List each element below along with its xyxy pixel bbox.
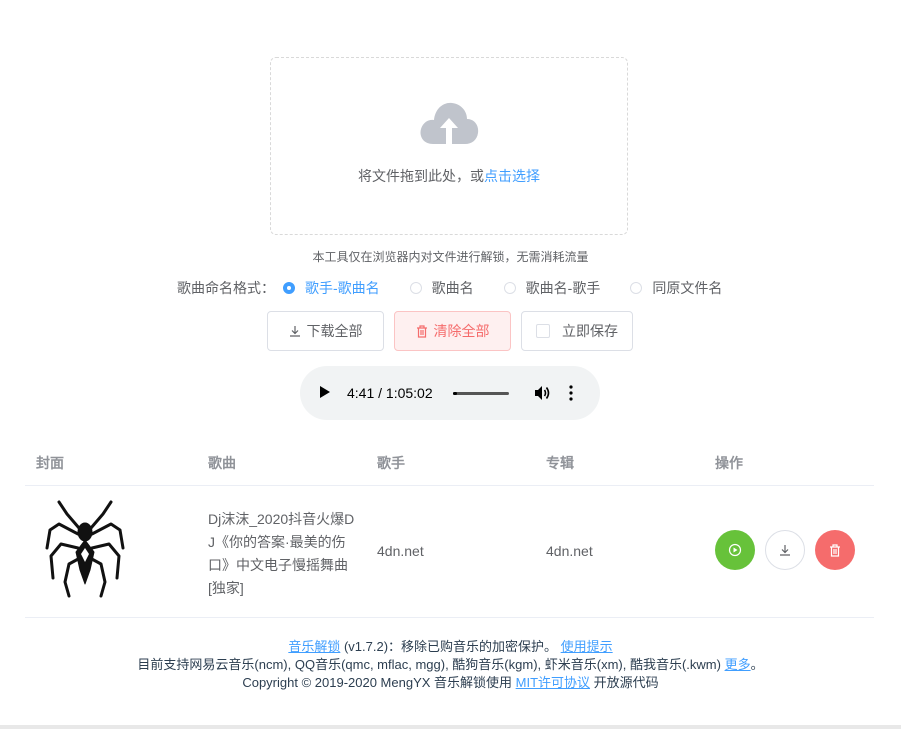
delete-song-button[interactable] [815, 530, 855, 570]
download-all-label: 下载全部 [306, 323, 363, 339]
footer-line-1: 音乐解锁 (v1.7.2)：移除已购音乐的加密保护。 使用提示 [0, 638, 901, 656]
mit-license-link[interactable]: MIT许可协议 [516, 675, 590, 690]
header-action: 操作 [715, 455, 743, 471]
radio-indicator [630, 282, 643, 294]
header-singer: 歌手 [377, 455, 405, 471]
upload-select-link[interactable]: 点击选择 [484, 168, 540, 184]
upload-text: 将文件拖到此处，或点击选择 [271, 166, 627, 186]
save-now-label: 立即保存 [562, 323, 618, 339]
song-album: 4dn.net [546, 543, 593, 559]
volume-icon[interactable] [533, 384, 551, 407]
more-vert-icon[interactable] [568, 385, 574, 406]
radio-label: 歌曲名 [431, 280, 474, 296]
play-circle-icon [728, 543, 742, 557]
player-time: 4:41 / 1:05:02 [347, 385, 433, 401]
radio-indicator [283, 282, 295, 294]
app-name-link[interactable]: 音乐解锁 [288, 639, 340, 654]
footer-line-2: 目前支持网易云音乐(ncm), QQ音乐(qmc, mflac, mgg), 酷… [0, 656, 901, 674]
copyright-text: Copyright © 2019-2020 MengYX 音乐解锁使用 [242, 675, 516, 690]
checkbox[interactable] [536, 324, 550, 338]
version-text: (v1.7.2)：移除已购音乐的加密保护。 [340, 639, 561, 654]
audio-player: 4:41 / 1:05:02 [300, 366, 600, 420]
radio-indicator [503, 282, 516, 294]
clear-all-label: 清除全部 [433, 323, 490, 339]
supported-formats-text: 目前支持网易云音乐(ncm), QQ音乐(qmc, mflac, mgg), 酷… [137, 657, 725, 672]
play-icon[interactable] [320, 386, 330, 398]
radio-indicator [409, 282, 422, 294]
radio-label: 歌手-歌曲名 [305, 280, 380, 296]
footer: 音乐解锁 (v1.7.2)：移除已购音乐的加密保护。 使用提示 目前支持网易云音… [0, 638, 901, 692]
period-text: 。 [750, 657, 764, 672]
song-table: 封面 歌曲 歌手 专辑 操作 Dj沫沫_2020抖音火爆DJ《你的答案·最美的伤… [25, 440, 874, 618]
footer-line-3: Copyright © 2019-2020 MengYX 音乐解锁使用 MIT许… [0, 674, 901, 692]
naming-format-label: 歌曲命名格式： [177, 280, 275, 296]
upload-dropzone[interactable]: 将文件拖到此处，或点击选择 [270, 57, 628, 235]
download-song-button[interactable] [765, 530, 805, 570]
download-all-button[interactable]: 下载全部 [267, 311, 384, 351]
radio-label: 同原文件名 [652, 280, 723, 296]
clear-all-button[interactable]: 清除全部 [394, 311, 511, 351]
download-icon [780, 545, 790, 556]
upload-instruction: 将文件拖到此处，或 [358, 168, 484, 184]
download-icon [289, 325, 301, 337]
song-title: Dj沫沫_2020抖音火爆DJ《你的答案·最美的伤口》中文电子慢摇舞曲[独家] [208, 511, 355, 596]
save-now-checkbox-button[interactable]: 立即保存 [521, 311, 633, 351]
progress-fill [453, 392, 458, 395]
trash-icon [830, 543, 840, 557]
usage-tips-link[interactable]: 使用提示 [561, 639, 613, 654]
radio-song[interactable]: 歌曲名 [409, 278, 474, 298]
progress-slider[interactable] [453, 392, 509, 395]
album-cover-image [45, 500, 125, 603]
more-link[interactable]: 更多 [725, 657, 751, 672]
radio-song-singer[interactable]: 歌曲名-歌手 [503, 278, 601, 298]
trash-icon [416, 324, 428, 338]
header-album: 专辑 [546, 455, 574, 471]
header-cover: 封面 [36, 455, 64, 471]
radio-label: 歌曲名-歌手 [525, 280, 601, 296]
naming-format-group: 歌曲命名格式： 歌手-歌曲名 歌曲名 歌曲名-歌手 同原文件名 [177, 278, 752, 298]
open-source-text: 开放源代码 [590, 675, 659, 690]
header-song: 歌曲 [208, 455, 236, 471]
upload-cloud-icon [419, 100, 479, 153]
horizontal-scrollbar[interactable] [0, 725, 901, 729]
radio-singer-song[interactable]: 歌手-歌曲名 [283, 278, 380, 298]
radio-original-filename[interactable]: 同原文件名 [630, 278, 722, 298]
upload-tip: 本工具仅在浏览器内对文件进行解锁，无需消耗流量 [312, 250, 589, 264]
table-row: Dj沫沫_2020抖音火爆DJ《你的答案·最美的伤口》中文电子慢摇舞曲[独家] … [25, 486, 874, 618]
song-singer: 4dn.net [377, 543, 424, 559]
play-song-button[interactable] [715, 530, 755, 570]
table-header: 封面 歌曲 歌手 专辑 操作 [25, 440, 874, 486]
